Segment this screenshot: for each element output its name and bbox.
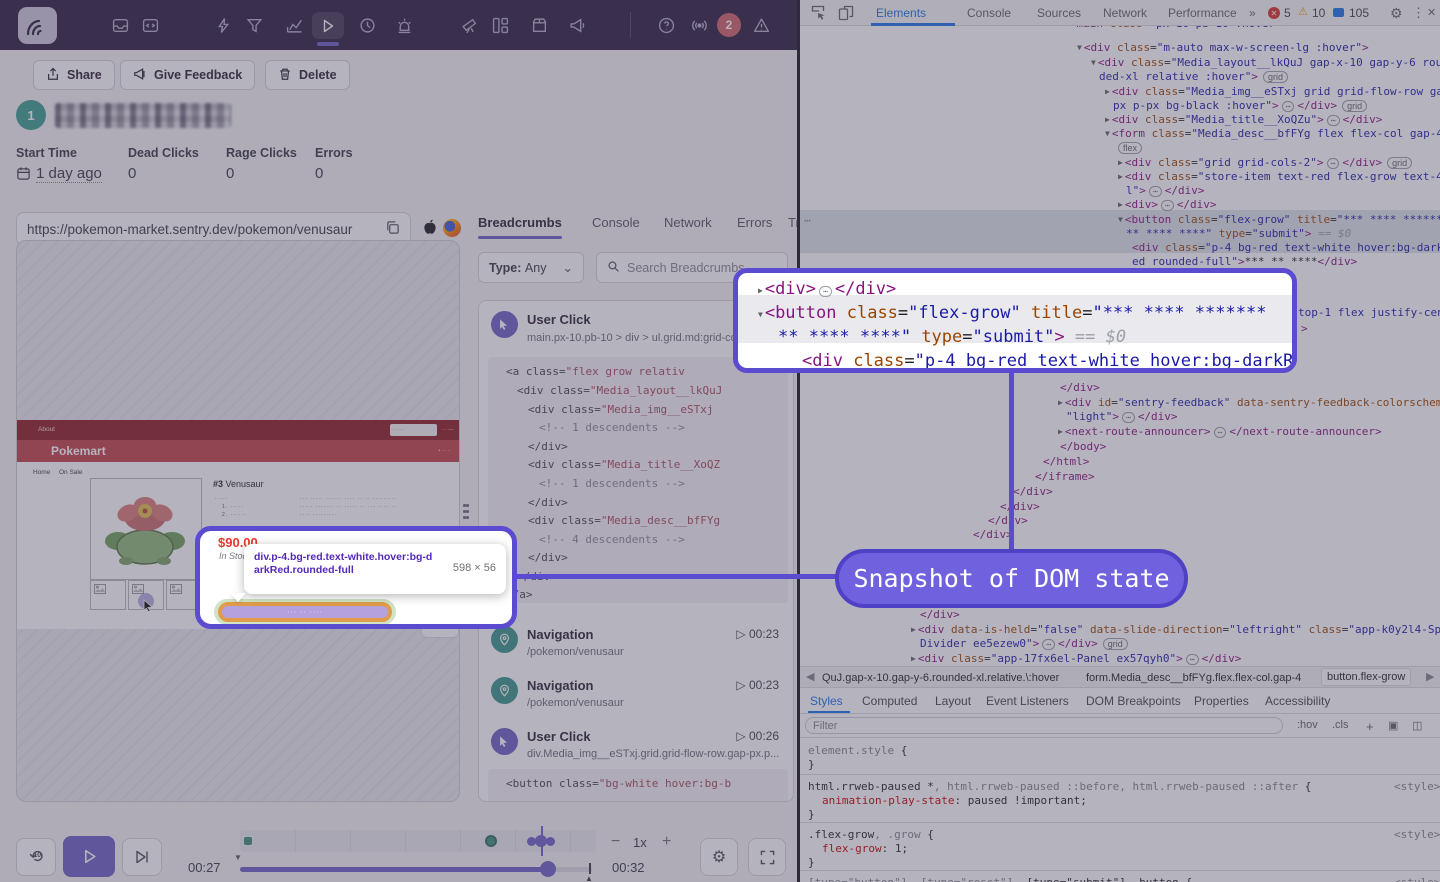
inspect-dimensions: 598 × 56 xyxy=(453,562,496,574)
snapshot-callout-pill: Snapshot of DOM state xyxy=(835,549,1188,608)
inspect-selector: div.p-4.bg-red.text-white.hover:bg-d xyxy=(254,551,449,564)
dim-overlay xyxy=(0,0,1440,882)
inspect-tooltip: div.p-4.bg-red.text-white.hover:bg-d ark… xyxy=(244,544,506,594)
tooltip-caret xyxy=(230,593,246,602)
snapshot-callout-label: Snapshot of DOM state xyxy=(853,564,1169,593)
replay-zoom-callout: $90.00 In Stock ··· ·· ···· div.p-4.bg-r… xyxy=(195,526,517,629)
connector-line-vertical xyxy=(1009,370,1014,552)
inspected-add-to-cart-button[interactable]: ··· ·· ···· xyxy=(218,602,392,622)
redacted-button-label: ··· ·· ···· xyxy=(287,609,323,616)
connector-line-horizontal xyxy=(512,574,839,579)
dom-zoom-callout: ▶<div>⋯</div>▼<button class="flex-grow" … xyxy=(733,268,1297,373)
screenshot-stage: 2 Share Give Feedback Delete 1 Start Tim… xyxy=(0,0,1440,882)
